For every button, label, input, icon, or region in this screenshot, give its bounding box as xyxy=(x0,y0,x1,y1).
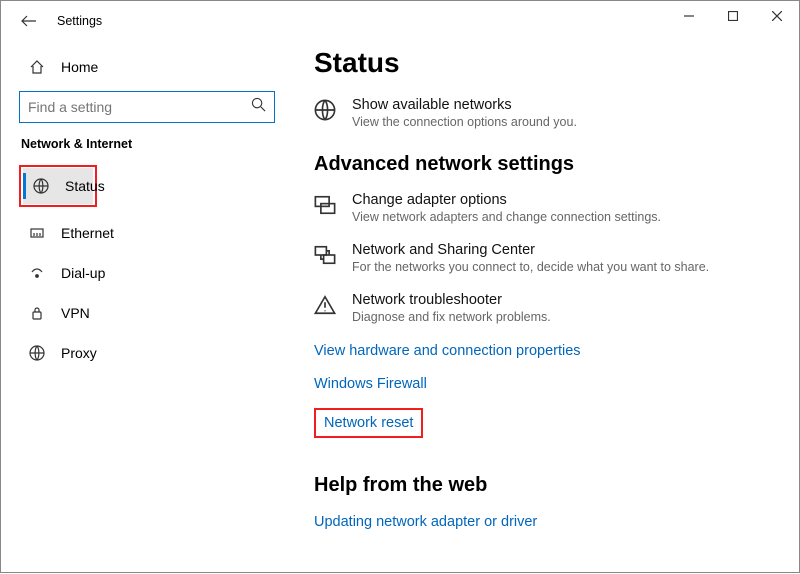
globe-icon xyxy=(314,99,336,121)
row-title: Change adapter options xyxy=(352,192,661,208)
row-desc: View the connection options around you. xyxy=(352,115,577,129)
sidebar-item-label: Status xyxy=(65,178,105,194)
search-input[interactable] xyxy=(28,99,251,115)
highlight-status: Status xyxy=(19,165,97,207)
sharing-icon xyxy=(314,244,336,266)
link-windows-firewall[interactable]: Windows Firewall xyxy=(314,376,427,392)
adapter-icon xyxy=(314,194,336,216)
globe-icon xyxy=(33,178,49,194)
maximize-button[interactable] xyxy=(711,1,755,31)
search-icon xyxy=(251,97,266,117)
link-network-reset[interactable]: Network reset xyxy=(324,415,413,431)
sidebar: Home Network & Internet Status xyxy=(1,41,296,574)
row-available-networks[interactable]: Show available networks View the connect… xyxy=(314,97,789,129)
row-troubleshooter[interactable]: Network troubleshooter Diagnose and fix … xyxy=(314,292,789,324)
highlight-network-reset: Network reset xyxy=(314,408,423,438)
sidebar-item-dialup[interactable]: Dial-up xyxy=(19,255,280,291)
search-box[interactable] xyxy=(19,91,275,123)
advanced-heading: Advanced network settings xyxy=(314,153,789,176)
sidebar-item-vpn[interactable]: VPN xyxy=(19,295,280,331)
main-content: Status Show available networks View the … xyxy=(296,41,799,574)
row-desc: Diagnose and fix network problems. xyxy=(352,310,551,324)
row-title: Network troubleshooter xyxy=(352,292,551,308)
row-title: Show available networks xyxy=(352,97,577,113)
sidebar-item-proxy[interactable]: Proxy xyxy=(19,335,280,371)
row-desc: View network adapters and change connect… xyxy=(352,210,661,224)
sidebar-home-label: Home xyxy=(61,59,98,75)
window-controls xyxy=(667,1,799,31)
link-hardware-properties[interactable]: View hardware and connection properties xyxy=(314,343,581,359)
vpn-icon xyxy=(29,305,45,321)
dialup-icon xyxy=(29,265,45,281)
ethernet-icon xyxy=(29,225,45,241)
close-button[interactable] xyxy=(755,1,799,31)
back-button[interactable] xyxy=(19,11,39,31)
row-adapter-options[interactable]: Change adapter options View network adap… xyxy=(314,192,789,224)
sidebar-item-label: VPN xyxy=(61,305,90,321)
minimize-button[interactable] xyxy=(667,1,711,31)
search-wrap xyxy=(19,91,280,123)
warning-icon xyxy=(314,294,336,316)
sidebar-item-ethernet[interactable]: Ethernet xyxy=(19,215,280,251)
sidebar-item-status[interactable]: Status xyxy=(23,168,93,204)
sidebar-item-label: Ethernet xyxy=(61,225,114,241)
page-heading: Status xyxy=(314,47,789,79)
sidebar-home[interactable]: Home xyxy=(19,49,280,85)
sidebar-item-label: Dial-up xyxy=(61,265,105,281)
link-help-updating[interactable]: Updating network adapter or driver xyxy=(314,514,537,530)
row-sharing-center[interactable]: Network and Sharing Center For the netwo… xyxy=(314,242,789,274)
window-title: Settings xyxy=(57,14,102,28)
sidebar-section-label: Network & Internet xyxy=(21,137,280,151)
help-heading: Help from the web xyxy=(314,474,789,497)
sidebar-item-label: Proxy xyxy=(61,345,97,361)
row-title: Network and Sharing Center xyxy=(352,242,709,258)
home-icon xyxy=(29,59,45,75)
proxy-icon xyxy=(29,345,45,361)
row-desc: For the networks you connect to, decide … xyxy=(352,260,709,274)
